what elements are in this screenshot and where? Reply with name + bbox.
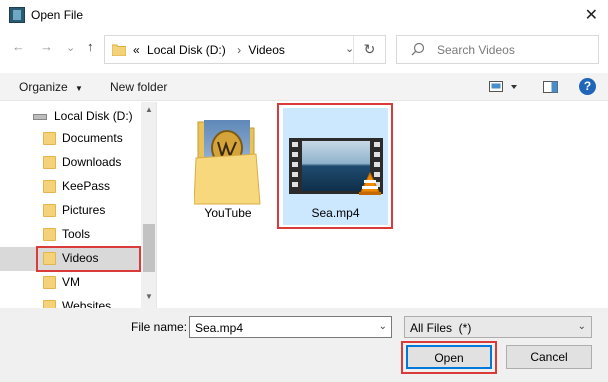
scroll-down-arrow[interactable]: ▼ [145, 292, 153, 301]
folder-icon [43, 132, 56, 145]
folder-icon [112, 44, 126, 56]
recent-locations-dropdown[interactable]: ⌄ [66, 41, 75, 54]
scroll-up-arrow[interactable]: ▲ [145, 105, 153, 114]
chevron-down-icon[interactable]: ⌄ [578, 321, 586, 332]
folder-icon [43, 276, 56, 289]
sidebar-item-label: Pictures [62, 203, 106, 217]
window-title: Open File [31, 8, 84, 22]
command-bar: Organize ▼ New folder ? [0, 73, 608, 101]
sidebar-item-tools[interactable]: Tools [0, 223, 140, 247]
preview-pane-icon[interactable] [543, 79, 559, 95]
breadcrumb-videos[interactable]: Videos [248, 43, 284, 57]
organize-label: Organize [19, 80, 68, 94]
title-bar: Open File ✕ [0, 0, 608, 30]
sidebar-item-label: Tools [62, 227, 91, 241]
disk-icon [33, 114, 47, 120]
folder-item-youtube[interactable]: YouTube [185, 110, 271, 230]
chevron-down-icon[interactable]: ⌄ [379, 321, 387, 332]
folder-icon [43, 180, 56, 193]
sidebar-item-label: KeePass [62, 179, 111, 193]
folder-icon [43, 204, 56, 217]
file-type-select[interactable]: All Files (*) ⌄ [404, 316, 592, 338]
app-icon [9, 7, 25, 23]
sidebar-item-pictures[interactable]: Pictures [0, 199, 140, 223]
highlight-box-open [401, 341, 497, 374]
file-name-value: Sea.mp4 [195, 321, 244, 335]
search-icon [411, 42, 425, 56]
file-type-value: All Files (*) [410, 321, 472, 335]
folder-icon [43, 228, 56, 241]
highlight-box-sea-mp4 [277, 103, 393, 229]
sidebar-item-label: Websites [62, 299, 112, 308]
sidebar-item-websites[interactable]: Websites [0, 295, 140, 308]
forward-button[interactable]: → [40, 39, 53, 54]
sidebar-item-label: Downloads [62, 155, 122, 169]
search-box[interactable]: Search Videos [396, 35, 599, 64]
address-bar[interactable]: « Local Disk (D:) › Videos ⌄ ↻ [104, 35, 386, 64]
folder-icon [43, 156, 56, 169]
file-dialog-footer: File name: Sea.mp4 ⌄ All Files (*) ⌄ Ope… [0, 308, 608, 382]
breadcrumb-overflow[interactable]: « [133, 43, 140, 57]
sidebar-scrollbar[interactable]: ▲ ▼ [141, 102, 156, 308]
scroll-thumb[interactable] [143, 224, 155, 272]
sidebar-item-label: VM [62, 275, 80, 289]
up-button[interactable]: ↑ [87, 39, 94, 54]
sidebar-item-vm[interactable]: VM [0, 271, 140, 295]
back-button[interactable]: ← [12, 39, 25, 54]
sidebar-item-local-disk[interactable]: Local Disk (D:) [0, 105, 140, 129]
folder-thumbnail-icon [194, 120, 261, 205]
sidebar-item-documents[interactable]: Documents [0, 127, 140, 151]
cancel-button[interactable]: Cancel [506, 345, 592, 369]
organize-button[interactable]: Organize ▼ [19, 80, 83, 94]
close-button[interactable]: ✕ [585, 5, 598, 25]
new-folder-button[interactable]: New folder [110, 80, 167, 94]
organize-caret: ▼ [75, 84, 83, 93]
navigation-pane: Local Disk (D:) Documents Downloads KeeP… [0, 102, 157, 308]
highlight-box-videos [36, 246, 141, 272]
sidebar-item-keepass[interactable]: KeePass [0, 175, 140, 199]
file-name-label: File name: [131, 320, 188, 334]
breadcrumb-local-disk[interactable]: Local Disk (D:) [147, 43, 226, 57]
sidebar-item-label: Local Disk (D:) [54, 109, 133, 123]
sidebar-item-downloads[interactable]: Downloads [0, 151, 140, 175]
file-name: YouTube [204, 206, 252, 220]
refresh-button[interactable]: ↻ [353, 36, 385, 63]
search-input[interactable]: Search Videos [437, 43, 515, 57]
file-name-field[interactable]: Sea.mp4 ⌄ [189, 316, 392, 338]
folder-icon [43, 300, 56, 308]
help-icon[interactable]: ? [579, 78, 596, 95]
change-view-icon[interactable] [489, 79, 519, 95]
sidebar-item-label: Documents [62, 131, 123, 145]
breadcrumb-separator[interactable]: › [237, 43, 241, 57]
